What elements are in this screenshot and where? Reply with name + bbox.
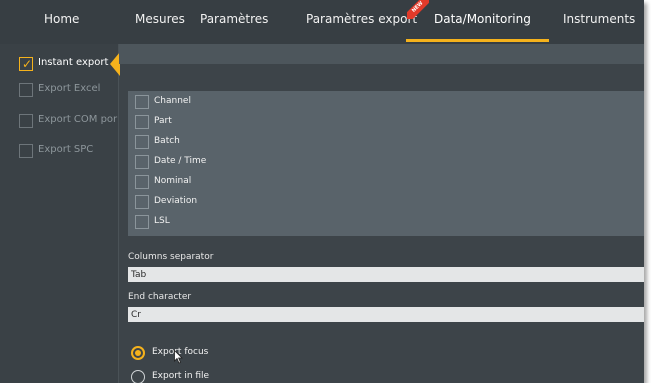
checkbox[interactable] xyxy=(135,155,149,169)
checkbox[interactable]: ✓ xyxy=(19,57,33,71)
tab-parametres[interactable]: Paramètres xyxy=(200,12,268,26)
radio-button[interactable] xyxy=(131,346,145,360)
checkbox[interactable] xyxy=(19,114,33,128)
checkbox[interactable] xyxy=(135,95,149,109)
checkmark-icon: ✓ xyxy=(22,57,33,71)
sidebar-item-export-spc[interactable]: Export SPC xyxy=(0,138,118,164)
checkbox[interactable] xyxy=(135,195,149,209)
column-option-label: Channel xyxy=(154,96,191,106)
app-window: Home Mesures Paramètres Paramètres expor… xyxy=(0,0,644,383)
column-option-label: Batch xyxy=(154,136,180,146)
columns-separator-label: Columns separator xyxy=(128,252,214,262)
sidebar-item-label: Export Excel xyxy=(38,83,101,94)
new-badge: NEW xyxy=(407,0,429,19)
main-panel: Channel Part Batch Date / Time Nominal D… xyxy=(119,44,644,383)
new-badge-label: NEW xyxy=(407,0,429,19)
end-character-input[interactable] xyxy=(128,307,644,322)
tab-home[interactable]: Home xyxy=(44,12,79,26)
main-header-bar xyxy=(119,44,644,64)
tab-data-monitoring[interactable]: Data/Monitoring xyxy=(434,12,531,26)
tab-mesures[interactable]: Mesures xyxy=(135,12,185,26)
sidebar-item-instant-export[interactable]: ✓ Instant export xyxy=(0,51,118,77)
active-tab-indicator xyxy=(406,39,549,42)
checkbox[interactable] xyxy=(19,83,33,97)
radio-dot xyxy=(135,350,141,356)
column-option-label: Deviation xyxy=(154,196,198,206)
checkbox[interactable] xyxy=(19,144,33,158)
mouse-cursor-icon xyxy=(174,350,183,364)
tab-instruments[interactable]: Instruments xyxy=(563,12,635,26)
column-option-label: Part xyxy=(154,116,172,126)
checkbox[interactable] xyxy=(135,135,149,149)
checkbox[interactable] xyxy=(135,115,149,129)
checkbox[interactable] xyxy=(135,175,149,189)
columns-separator-input[interactable] xyxy=(128,267,644,282)
radio-label: Export in file xyxy=(152,371,210,381)
sidebar-item-export-com-port[interactable]: Export COM por xyxy=(0,108,118,134)
column-option-label: Date / Time xyxy=(154,156,207,166)
end-character-label: End character xyxy=(128,292,192,302)
sidebar-item-label: Export SPC xyxy=(38,144,94,155)
sidebar: ✓ Instant export Export Excel Export COM… xyxy=(0,44,118,383)
checkbox[interactable] xyxy=(135,215,149,229)
sidebar-item-label: Export COM por xyxy=(38,114,118,125)
columns-list: Channel Part Batch Date / Time Nominal D… xyxy=(128,91,644,236)
sidebar-item-export-excel[interactable]: Export Excel xyxy=(0,77,118,103)
sidebar-item-label: Instant export xyxy=(38,57,109,68)
column-option-label: LSL xyxy=(154,216,170,226)
tab-parametres-export[interactable]: Paramètres export xyxy=(306,12,417,26)
column-option-label: Nominal xyxy=(154,176,192,186)
top-navigation: Home Mesures Paramètres Paramètres expor… xyxy=(0,0,644,44)
radio-button[interactable] xyxy=(131,370,145,383)
